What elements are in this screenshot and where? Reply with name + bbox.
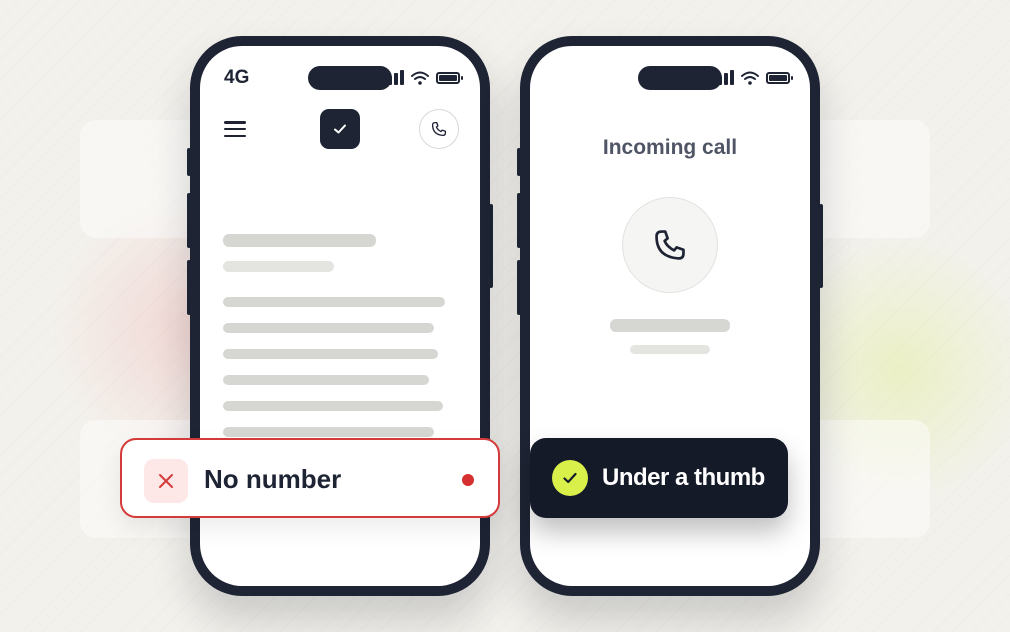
skeleton-line: [223, 375, 429, 385]
checkmark-icon: [334, 124, 346, 134]
skeleton-line: [223, 427, 434, 437]
skeleton-line: [223, 297, 445, 307]
error-icon-box: [144, 459, 188, 503]
error-status-dot: [462, 474, 474, 486]
caller-avatar: [622, 197, 718, 293]
call-button[interactable]: [419, 109, 459, 149]
status-icons: [382, 70, 463, 85]
error-toast: No number: [120, 438, 500, 518]
success-icon-badge: [552, 460, 588, 496]
skeleton-line: [223, 349, 438, 359]
skeleton-subheading: [223, 261, 334, 272]
skeleton-heading: [223, 234, 376, 247]
success-toast: Under a thumb: [530, 438, 788, 518]
battery-icon: [436, 71, 463, 84]
close-icon: [159, 474, 173, 488]
incoming-call-title: Incoming call: [602, 136, 738, 159]
phone-icon: [431, 121, 447, 137]
app-logo-button[interactable]: [320, 109, 360, 149]
carrier-label: 4G: [224, 67, 250, 88]
status-icons: [712, 70, 793, 85]
menu-icon[interactable]: [224, 121, 246, 137]
signal-icon: [382, 70, 404, 85]
battery-icon: [766, 71, 793, 84]
skeleton-caller-name: [610, 319, 730, 332]
wifi-icon: [411, 71, 429, 85]
skeleton-line: [223, 323, 434, 333]
checkmark-icon: [563, 472, 577, 484]
phone-icon: [655, 230, 685, 260]
signal-icon: [712, 70, 734, 85]
skeleton-caller-number: [630, 345, 710, 354]
dynamic-island: [308, 66, 392, 90]
dynamic-island: [638, 66, 722, 90]
skeleton-line: [223, 401, 443, 411]
wifi-icon: [741, 71, 759, 85]
success-toast-label: Under a thumb: [602, 464, 765, 491]
error-toast-label: No number: [204, 464, 342, 494]
